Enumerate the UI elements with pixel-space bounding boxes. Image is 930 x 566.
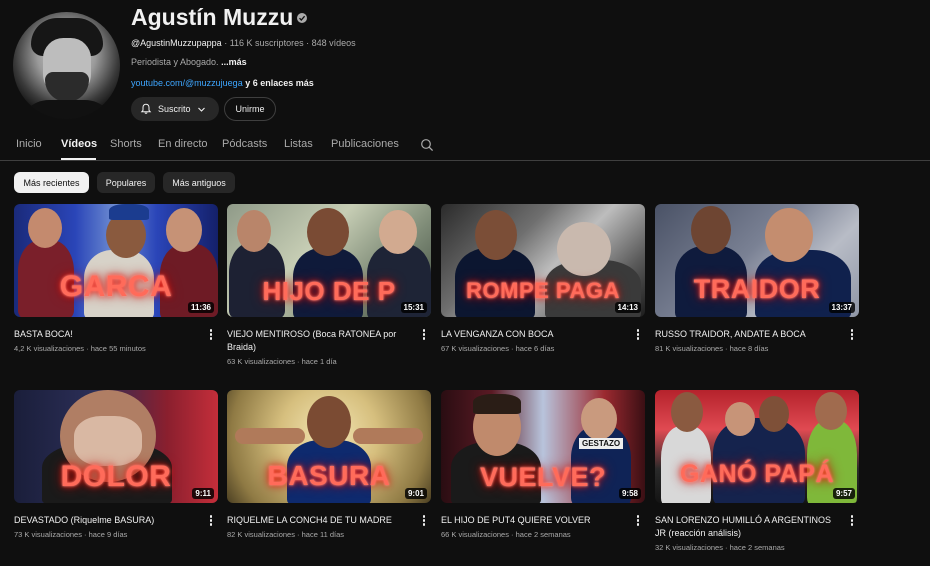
video-duration: 9:11 <box>192 488 214 499</box>
chip-populares[interactable]: Populares <box>97 172 155 193</box>
chip-mas-recientes[interactable]: Más recientes <box>14 172 89 193</box>
tab-en-directo[interactable]: En directo <box>158 138 208 150</box>
thumbnail-badge: GESTAZO <box>579 438 624 449</box>
video-meta: 73 K visualizaciones · hace 9 días <box>14 530 128 539</box>
video-meta: 81 K visualizaciones · hace 8 días <box>655 344 769 353</box>
verified-icon <box>297 13 307 23</box>
channel-handle: @AgustinMuzzupappa <box>131 38 222 48</box>
tab-shorts[interactable]: Shorts <box>110 138 142 150</box>
video-meta: 32 K visualizaciones · hace 2 semanas <box>655 543 785 552</box>
video-meta: 66 K visualizaciones · hace 2 semanas <box>441 530 571 539</box>
tab-listas[interactable]: Listas <box>284 138 313 150</box>
tab-podcasts[interactable]: Pódcasts <box>222 138 267 150</box>
thumbnail-text: TRAIDOR <box>693 274 821 304</box>
channel-description[interactable]: Periodista y Abogado. ...más <box>131 57 247 67</box>
more-link[interactable]: ...más <box>221 57 247 67</box>
chevron-down-icon <box>197 107 205 112</box>
video-thumbnail[interactable]: GARCA 11:36 <box>14 204 218 317</box>
video-title[interactable]: SAN LORENZO HUMILLÓ A ARGENTINOS JR (rea… <box>655 514 840 540</box>
more-vert-icon[interactable] <box>209 515 213 527</box>
video-thumbnail[interactable]: ROMPE PAGA 14:13 <box>441 204 645 317</box>
more-vert-icon[interactable] <box>636 329 640 341</box>
thumbnail-text: HIJO DE P <box>262 276 396 306</box>
video-title[interactable]: RIQUELME LA CONCH4 DE TU MADRE <box>227 514 412 527</box>
video-duration: 9:58 <box>618 488 641 499</box>
join-button[interactable]: Unirme <box>224 97 276 121</box>
video-duration: 9:57 <box>832 488 855 499</box>
thumbnail-text: GARCA <box>59 270 173 303</box>
video-thumbnail[interactable]: GESTAZO VUELVE? 9:58 <box>441 390 645 503</box>
video-title[interactable]: BASTA BOCA! <box>14 328 199 341</box>
video-title[interactable]: EL HIJO DE PUT4 QUIERE VOLVER <box>441 514 626 527</box>
video-duration: 11:36 <box>187 302 214 313</box>
video-duration: 15:31 <box>400 302 427 313</box>
video-thumbnail[interactable]: DOLOR 9:11 <box>14 390 218 503</box>
video-title[interactable]: DEVASTADO (Riquelme BASURA) <box>14 514 199 527</box>
video-title[interactable]: RUSSO TRAIDOR, ANDATE A BOCA <box>655 328 840 341</box>
subscriber-count: 116 K suscriptores <box>229 38 304 48</box>
channel-links[interactable]: youtube.com/@muzzujuega y 6 enlaces más <box>131 78 314 88</box>
tab-videos[interactable]: Vídeos <box>61 138 97 150</box>
video-duration: 14:13 <box>614 302 641 313</box>
video-meta: 82 K visualizaciones · hace 11 días <box>227 530 345 539</box>
thumbnail-text: ROMPE PAGA <box>466 278 620 303</box>
video-meta: 4,2 K visualizaciones · hace 55 minutos <box>14 344 146 353</box>
search-icon[interactable] <box>420 138 434 152</box>
video-count: 848 vídeos <box>311 38 356 48</box>
video-duration: 13:37 <box>828 302 855 313</box>
channel-tabs: Inicio Vídeos Shorts En directo Pódcasts… <box>0 130 930 161</box>
channel-name: Agustín Muzzu <box>131 4 294 30</box>
more-vert-icon[interactable] <box>636 515 640 527</box>
video-thumbnail[interactable]: GANÓ PAPÁ 9:57 <box>655 390 859 503</box>
channel-header: Agustín Muzzu @AgustinMuzzupappa · 116 K… <box>0 0 930 130</box>
subscribed-button[interactable]: Suscrito <box>131 97 219 121</box>
tab-publicaciones[interactable]: Publicaciones <box>331 138 399 150</box>
more-vert-icon[interactable] <box>209 329 213 341</box>
bell-icon <box>140 103 152 114</box>
subscribed-label: Suscrito <box>158 104 191 114</box>
channel-meta: @AgustinMuzzupappa · 116 K suscriptores … <box>131 38 356 48</box>
video-duration: 9:01 <box>404 488 427 499</box>
video-thumbnail[interactable]: TRAIDOR 13:37 <box>655 204 859 317</box>
thumbnail-text: VUELVE? <box>479 462 606 492</box>
active-tab-indicator <box>61 158 96 160</box>
more-vert-icon[interactable] <box>850 329 854 341</box>
channel-avatar[interactable] <box>13 12 120 119</box>
more-vert-icon[interactable] <box>850 515 854 527</box>
chip-mas-antiguos[interactable]: Más antiguos <box>163 172 235 193</box>
more-vert-icon[interactable] <box>422 329 426 341</box>
more-vert-icon[interactable] <box>422 515 426 527</box>
video-meta: 67 K visualizaciones · hace 6 días <box>441 344 555 353</box>
video-meta: 63 K visualizaciones · hace 1 día <box>227 357 337 366</box>
thumbnail-text: BASURA <box>267 460 391 491</box>
thumbnail-text: GANÓ PAPÁ <box>679 460 835 488</box>
video-thumbnail[interactable]: HIJO DE P 15:31 <box>227 204 431 317</box>
video-title[interactable]: LA VENGANZA CON BOCA <box>441 328 626 341</box>
channel-link[interactable]: youtube.com/@muzzujuega <box>131 78 243 88</box>
thumbnail-text: DOLOR <box>60 460 172 493</box>
tab-inicio[interactable]: Inicio <box>16 138 42 150</box>
extra-links[interactable]: y 6 enlaces más <box>243 78 314 88</box>
video-title[interactable]: VIEJO MENTIROSO (Boca RATONEA por Braida… <box>227 328 412 354</box>
video-thumbnail[interactable]: BASURA 9:01 <box>227 390 431 503</box>
